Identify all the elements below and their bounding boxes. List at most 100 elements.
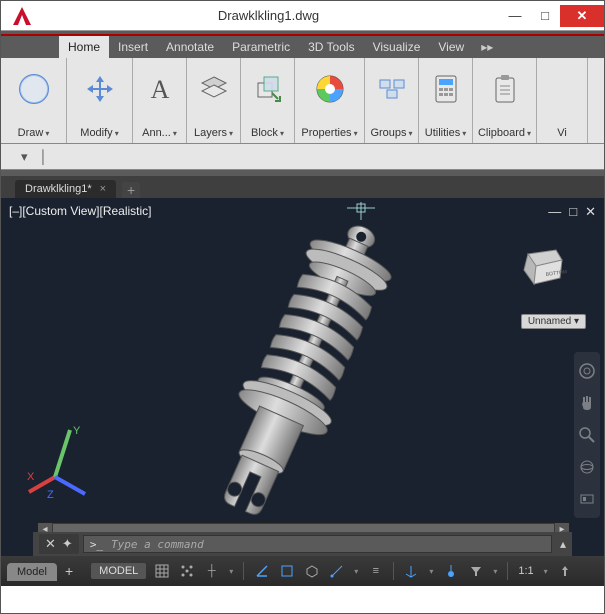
nav-zoom-icon[interactable] (578, 426, 596, 444)
menu-visualize[interactable]: Visualize (364, 36, 430, 58)
cmd-history-icon[interactable]: ▴ (556, 537, 566, 551)
statusbar: Model + MODEL ┼ ▾ ▾ ≡ ▾ ▾ 1:1 ▾ (1, 556, 604, 586)
ribbon-clipboard[interactable]: Clipboard▾ (473, 58, 537, 143)
polar-icon[interactable] (254, 564, 269, 579)
grid-icon[interactable] (154, 564, 169, 579)
doc-tab-label: Drawklkling1* (25, 183, 92, 195)
model-tab[interactable]: Model (7, 563, 57, 581)
gizmo-icon[interactable] (443, 564, 458, 579)
menu-annotate[interactable]: Annotate (157, 36, 223, 58)
ortho-icon[interactable]: ┼ (204, 564, 219, 579)
nav-bar (574, 352, 600, 518)
3dosnap-icon[interactable] (304, 564, 319, 579)
palette-icon (309, 68, 351, 110)
calc-icon (425, 68, 467, 110)
menu-home[interactable]: Home (59, 36, 109, 58)
cmd-prompt: >_ (90, 538, 103, 551)
qa-separator: │ (40, 149, 48, 164)
cmd-placeholder: Type a command (111, 538, 204, 551)
ucs-icon[interactable]: X Y Z (25, 422, 105, 502)
svg-text:Z: Z (47, 489, 54, 501)
ribbon-ann-label: Ann... (142, 127, 171, 139)
cmd-config-icon[interactable]: ✦ (62, 536, 73, 552)
ribbon-draw[interactable]: Draw▾ (1, 58, 67, 143)
ribbon-groups-label: Groups (370, 127, 406, 139)
annotation-scale[interactable]: 1:1 (518, 565, 533, 577)
clipboard-icon (484, 68, 526, 110)
status-dropdown3[interactable]: ▾ (429, 567, 433, 576)
nav-orbit-icon[interactable] (578, 458, 596, 476)
status-dropdown5[interactable]: ▾ (544, 567, 548, 576)
window-title: Drawklkling1.dwg (37, 8, 500, 23)
view-unnamed-tag[interactable]: Unnamed ▾ (521, 314, 586, 329)
minimize-button[interactable]: — (500, 5, 530, 27)
ribbon-block[interactable]: Block▾ (241, 58, 295, 143)
ribbon-block-label: Block (251, 127, 278, 139)
nav-pan-icon[interactable] (578, 394, 596, 412)
groups-icon (371, 68, 413, 110)
nav-wheel-icon[interactable] (578, 362, 596, 380)
ribbon-properties[interactable]: Properties▾ (295, 58, 365, 143)
ribbon: Draw▾ Modify▾ A Ann...▾ Layers▾ Block▾ (1, 58, 604, 144)
titlebar: Drawklkling1.dwg — □ ✕ (1, 1, 604, 31)
ribbon-overflow[interactable]: Vi (537, 58, 588, 143)
text-icon: A (139, 68, 181, 110)
viewcube[interactable]: BOTTOM (518, 246, 568, 292)
annoscale-icon[interactable] (558, 564, 573, 579)
ribbon-layers-label: Layers (194, 127, 227, 139)
status-dropdown2[interactable]: ▾ (354, 567, 358, 576)
status-dropdown1[interactable]: ▾ (229, 567, 233, 576)
ribbon-utilities-label: Utilities (425, 127, 460, 139)
menu-view[interactable]: View (429, 36, 473, 58)
layout-add-button[interactable]: + (57, 563, 81, 579)
doc-tab[interactable]: Drawklkling1* × (15, 180, 116, 198)
close-button[interactable]: ✕ (560, 5, 604, 27)
ribbon-draw-label: Draw (18, 127, 44, 139)
otrack-icon[interactable] (329, 564, 344, 579)
vp-close-icon[interactable]: ✕ (585, 204, 596, 220)
command-bar: ✕ ✦ >_ Type a command ▴ (33, 532, 572, 556)
quick-access: ▾ │ (1, 144, 604, 170)
ribbon-annotate[interactable]: A Ann...▾ (133, 58, 187, 143)
block-icon (247, 68, 289, 110)
menu-parametric[interactable]: Parametric (223, 36, 299, 58)
cmd-close-icon[interactable]: ✕ (45, 536, 56, 552)
maximize-button[interactable]: □ (530, 5, 560, 27)
move-icon (79, 68, 121, 110)
ribbon-utilities[interactable]: Utilities▾ (419, 58, 473, 143)
ribbon-modify[interactable]: Modify▾ (67, 58, 133, 143)
vp-minimize-icon[interactable]: — (548, 204, 561, 220)
ribbon-groups[interactable]: Groups▾ (365, 58, 419, 143)
lineweight-icon[interactable]: ≡ (368, 564, 383, 579)
document-tabs: Drawklkling1* × + (1, 176, 604, 198)
circle-icon (13, 68, 55, 110)
dynamic-ucs-icon[interactable] (404, 564, 419, 579)
viewport[interactable]: [–][Custom View][Realistic] — □ ✕ BOTTOM… (1, 198, 604, 556)
overflow-icon (541, 68, 583, 110)
window-buttons: — □ ✕ (500, 5, 604, 27)
status-toggles: ┼ ▾ ▾ ≡ ▾ ▾ 1:1 ▾ (146, 562, 580, 580)
command-input[interactable]: >_ Type a command (83, 535, 552, 553)
svg-text:X: X (27, 471, 35, 483)
menubar: Home Insert Annotate Parametric 3D Tools… (1, 36, 604, 58)
nav-showmotion-icon[interactable] (578, 490, 596, 508)
ribbon-vi-label: Vi (557, 127, 567, 139)
layers-icon (193, 68, 235, 110)
osnap-icon[interactable] (279, 564, 294, 579)
vp-maximize-icon[interactable]: □ (569, 204, 577, 220)
svg-text:A: A (150, 75, 169, 104)
status-dropdown4[interactable]: ▾ (493, 567, 497, 576)
svg-text:Y: Y (73, 425, 81, 437)
qa-dropdown-icon[interactable]: ▾ (21, 149, 28, 165)
model-render (131, 202, 471, 542)
menu-insert[interactable]: Insert (109, 36, 157, 58)
menu-overflow-icon[interactable]: ▸▸ (473, 36, 501, 58)
app-logo[interactable] (7, 1, 37, 31)
menu-3dtools[interactable]: 3D Tools (299, 36, 363, 58)
doc-tab-close[interactable]: × (100, 183, 106, 195)
modelspace-button[interactable]: MODEL (91, 563, 146, 579)
ribbon-layers[interactable]: Layers▾ (187, 58, 241, 143)
filter-icon[interactable] (468, 564, 483, 579)
snap-icon[interactable] (179, 564, 194, 579)
new-tab-button[interactable]: + (122, 182, 140, 198)
